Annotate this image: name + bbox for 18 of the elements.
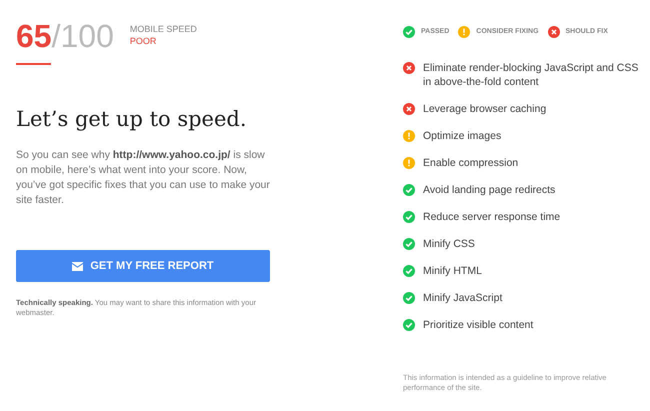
score-max: /100 — [52, 18, 114, 54]
score-value: 65 — [16, 18, 52, 54]
mail-icon — [72, 262, 84, 270]
rule-label: Minify JavaScript — [423, 291, 502, 305]
heading: Let’s get up to speed. — [16, 107, 248, 131]
intro-text: So you can see why http://www.yahoo.co.jp/ is slow on mobile, here’s what went into your score. Now, you’ve got specific fixes that you can use to make your site faster. — [16, 148, 270, 208]
rule-label: Reduce server response time — [423, 210, 560, 224]
score-rating: POOR — [130, 36, 158, 46]
rule-label: Minify CSS — [423, 237, 475, 251]
rule-label: Eliminate render-blocking JavaScript and CSS in above-the-fold content — [423, 61, 640, 89]
report-button[interactable]: GET MY FREE REPORT — [16, 250, 270, 282]
rule-label: Minify HTML — [423, 264, 482, 278]
rule-label: Avoid landing page redirects — [423, 183, 556, 197]
rule-label: Enable compression — [423, 156, 518, 170]
rule-label: Leverage browser caching — [423, 102, 546, 116]
rule-label: Prioritize visible content — [423, 318, 534, 332]
rule-label: Optimize images — [423, 129, 502, 143]
score-label: MOBILE SPEED — [130, 24, 197, 34]
